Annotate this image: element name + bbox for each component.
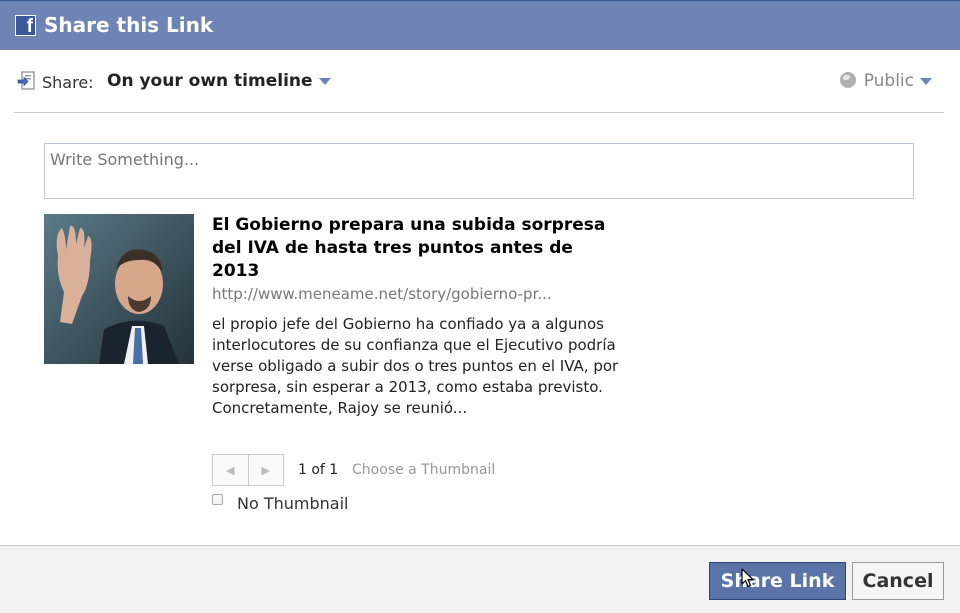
chevron-right-icon: ▶ bbox=[261, 463, 270, 477]
dialog-title: Share this Link bbox=[44, 13, 214, 37]
facebook-logo-icon: f bbox=[15, 15, 36, 37]
share-audience-row: Share: On your own timeline Public bbox=[14, 60, 944, 113]
privacy-dropdown[interactable]: Public bbox=[839, 71, 932, 91]
share-label: Share: bbox=[42, 73, 94, 92]
dialog-titlebar: f Share this Link bbox=[0, 0, 960, 50]
facebook-logo-letter: f bbox=[26, 16, 33, 37]
share-icon bbox=[17, 71, 35, 90]
no-thumbnail-checkbox[interactable] bbox=[212, 494, 223, 505]
link-description: el propio jefe del Gobierno ha confiado … bbox=[212, 315, 619, 417]
link-title[interactable]: El Gobierno prepara una subida sorpresa … bbox=[212, 214, 622, 283]
chevron-down-icon bbox=[318, 77, 331, 85]
dialog-footer: Share Link Cancel bbox=[0, 545, 960, 613]
share-target-dropdown[interactable]: On your own timeline bbox=[107, 71, 331, 91]
link-thumbnail-image bbox=[44, 214, 194, 364]
next-thumbnail-button[interactable]: ▶ bbox=[247, 455, 284, 485]
thumbnail-page-count: 1 of 1 bbox=[298, 462, 339, 478]
prev-thumbnail-button[interactable]: ◀ bbox=[213, 455, 248, 485]
globe-icon bbox=[839, 72, 856, 88]
thumbnail-pager: ◀ ▶ bbox=[212, 454, 284, 486]
cancel-button[interactable]: Cancel bbox=[852, 562, 944, 600]
share-link-button[interactable]: Share Link bbox=[709, 562, 846, 600]
share-target-label: On your own timeline bbox=[107, 71, 313, 91]
write-something-input[interactable] bbox=[44, 143, 914, 199]
chevron-left-icon: ◀ bbox=[226, 463, 235, 477]
link-url: http://www.meneame.net/story/gobierno-pr… bbox=[212, 285, 552, 303]
privacy-label: Public bbox=[863, 71, 914, 91]
mouse-pointer-icon bbox=[741, 568, 754, 588]
chevron-down-icon bbox=[920, 77, 932, 85]
no-thumbnail-label[interactable]: No Thumbnail bbox=[237, 494, 348, 513]
choose-thumbnail-label: Choose a Thumbnail bbox=[352, 462, 496, 478]
